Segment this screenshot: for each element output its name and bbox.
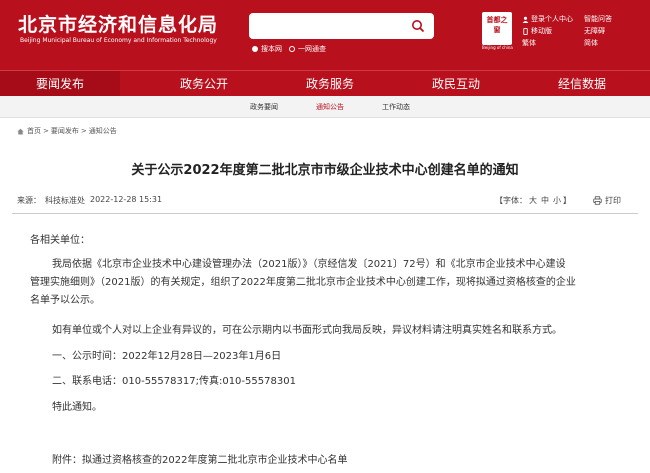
publicity-time: 一、公示时间：2022年12月28日—2023年1月6日	[52, 351, 282, 362]
mobile-icon	[523, 27, 528, 35]
subnav-item-work-updates[interactable]: 工作动态	[382, 102, 410, 112]
radio-icon	[289, 46, 295, 52]
attachment-link[interactable]: 附件：拟通过资格核查的2022年度第二批北京市企业技术中心名单	[52, 452, 347, 470]
home-icon	[17, 128, 24, 134]
breadcrumb: 首页 > 要闻发布 > 通知公告	[17, 126, 117, 136]
user-icon	[522, 16, 529, 23]
capital-window-logo[interactable]: 首都之窗	[482, 12, 512, 45]
print-label: 打印	[605, 196, 621, 205]
nav-item-data[interactable]: 经信数据	[558, 75, 606, 92]
emblem-subtitle: Beijing of china	[482, 45, 513, 50]
body-paragraph-line: 我局依据《北京市企业技术中心建设管理办法（2021版）》（京经信发〔2021〕7…	[52, 259, 566, 270]
salutation: 各相关单位：	[30, 235, 90, 246]
article-title: 关于公示2022年度第二批北京市市级企业技术中心创建名单的通知	[131, 163, 519, 178]
publish-date: 2022-12-28 15:31	[90, 195, 163, 204]
scope-label: 一网通查	[298, 45, 326, 53]
font-size-medium[interactable]: 中	[541, 195, 549, 206]
font-size-control: 【字体： 大 中 小 】	[495, 195, 571, 206]
accessibility-link[interactable]: 无障碍	[584, 26, 605, 36]
body-paragraph-line: 名单予以公示。	[30, 295, 100, 306]
qa-label: 智能问答	[584, 15, 612, 23]
objection-paragraph: 如有单位或个人对以上企业有异议的，可在公示期内以书面形式向我局反映，异议材料请注…	[52, 325, 562, 336]
nav-item-services[interactable]: 政务服务	[306, 75, 354, 92]
subnav-item-gov-news[interactable]: 政务要闻	[250, 102, 278, 112]
main-nav: 要闻发布 政务公开 政务服务 政民互动 经信数据	[0, 70, 650, 97]
sub-nav: 政务要闻 通知公告 工作动态	[0, 96, 650, 118]
source-value: 科技标准处	[45, 196, 85, 205]
qa-link[interactable]: 智能问答	[584, 14, 612, 24]
radio-selected-icon	[252, 46, 258, 52]
font-size-small[interactable]: 小	[553, 195, 561, 206]
accessibility-label: 无障碍	[584, 27, 605, 35]
body-paragraph-line: 管理实施细则》（2021版）的有关规定，组织了2022年度第二批北京市企业技术中…	[30, 277, 576, 288]
scope-option-site[interactable]: 搜本网	[252, 44, 282, 54]
simplified-link[interactable]: 简体	[584, 38, 598, 48]
source-label: 来源：	[17, 196, 41, 205]
simplified-label: 简体	[584, 39, 598, 47]
breadcrumb-separator: >	[43, 127, 49, 135]
scope-label: 搜本网	[261, 45, 282, 53]
font-size-close: 】	[563, 196, 571, 205]
font-size-label: 【字体：	[495, 196, 527, 205]
contact-phone: 二、联系电话：010-55578317;传真:010-55578301	[52, 376, 296, 387]
subnav-item-notices[interactable]: 通知公告	[316, 102, 344, 112]
mobile-link[interactable]: 移动版	[522, 26, 552, 36]
search-input[interactable]	[249, 13, 434, 39]
search-button[interactable]	[405, 16, 431, 36]
font-size-large[interactable]: 大	[529, 195, 537, 206]
search-icon	[412, 20, 425, 33]
print-button[interactable]: 打印	[593, 195, 621, 206]
nav-item-news[interactable]: 要闻发布	[36, 75, 84, 92]
closing-text: 特此通知。	[52, 402, 102, 413]
login-link[interactable]: 登录个人中心	[522, 14, 573, 24]
emblem-text: 首都之窗	[486, 16, 508, 34]
meta-divider	[12, 213, 638, 214]
site-subtitle: Beijing Municipal Bureau of Economy and …	[20, 37, 217, 44]
site-title[interactable]: 北京市经济和信息化局	[18, 10, 218, 37]
site-header: 北京市经济和信息化局 Beijing Municipal Bureau of E…	[0, 0, 650, 70]
breadcrumb-notices[interactable]: 通知公告	[89, 126, 117, 136]
nav-item-interaction[interactable]: 政民互动	[432, 75, 480, 92]
scope-option-all[interactable]: 一网通查	[289, 44, 326, 54]
nav-item-open-gov[interactable]: 政务公开	[180, 75, 228, 92]
login-label: 登录个人中心	[531, 15, 573, 23]
breadcrumb-news[interactable]: 要闻发布	[51, 126, 79, 136]
mobile-label: 移动版	[531, 27, 552, 35]
printer-icon	[593, 196, 602, 205]
traditional-label: 繁体	[522, 39, 536, 47]
breadcrumb-separator: >	[80, 127, 87, 135]
breadcrumb-home[interactable]: 首页	[27, 126, 41, 136]
traditional-link[interactable]: 繁体	[522, 38, 536, 48]
